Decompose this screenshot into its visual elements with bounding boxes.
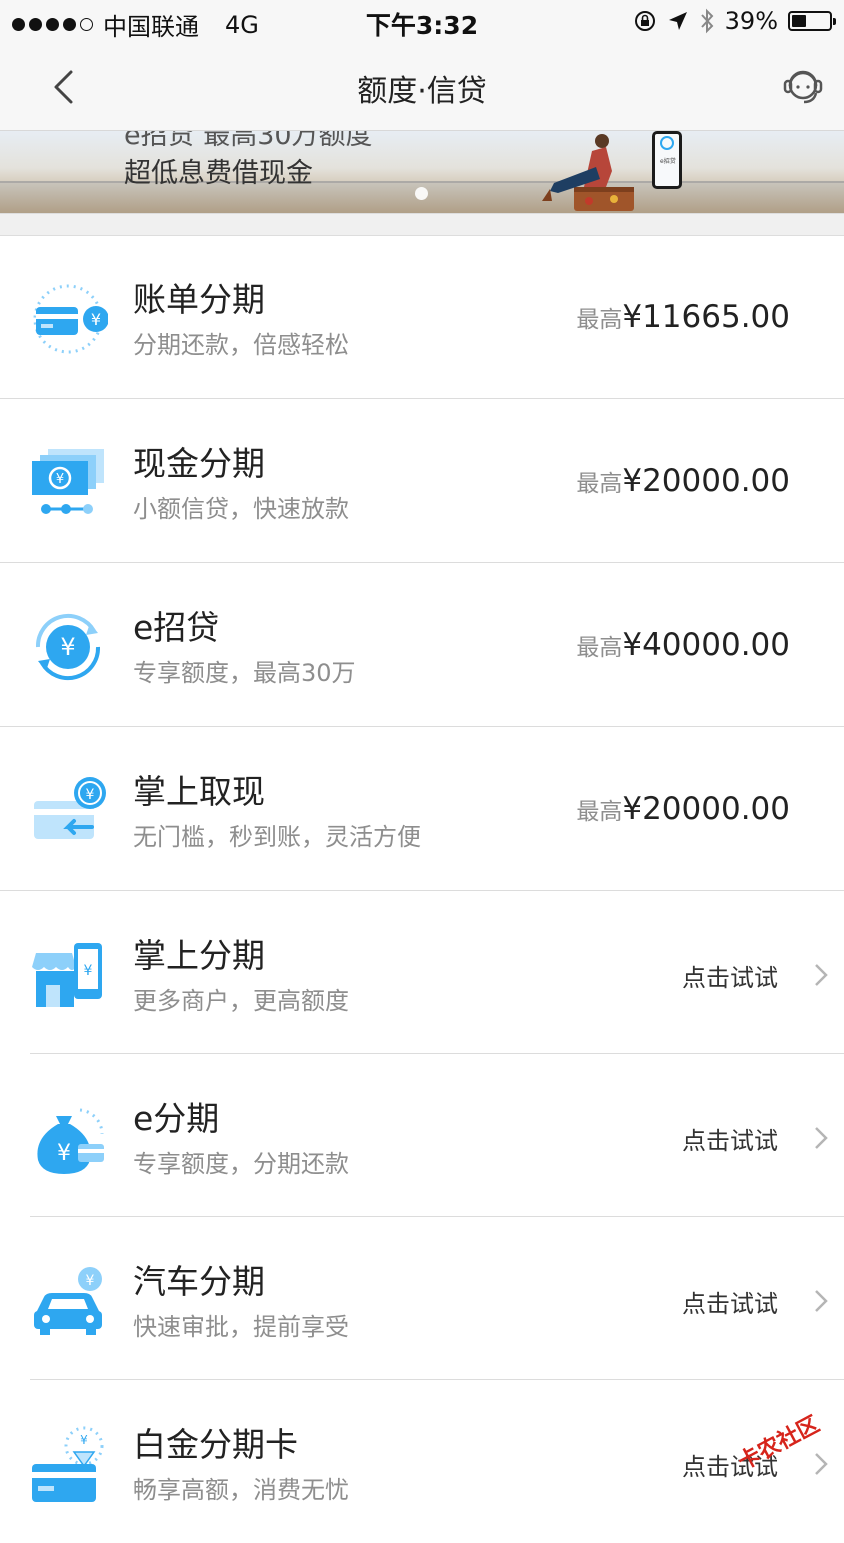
list-item-cash-installment[interactable]: ¥ 现金分期 小额信贷，快速放款 最高¥20000.00 (0, 399, 844, 563)
list-item-e-installment[interactable]: ¥ e分期 专享额度，分期还款 点击试试 (0, 1054, 844, 1217)
item-subtitle: 无门槛，秒到账，灵活方便 (133, 823, 421, 851)
amount-value: ¥40000.00 (622, 627, 790, 663)
list-item-bill-installment[interactable]: ¥ 账单分期 分期还款，倍感轻松 最高¥11665.00 (0, 235, 844, 399)
svg-text:¥: ¥ (84, 963, 93, 979)
phone-label: e招贷 (660, 157, 676, 165)
item-subtitle: 小额信贷，快速放款 (133, 495, 349, 523)
svg-text:¥: ¥ (60, 633, 75, 661)
svg-text:¥: ¥ (56, 472, 64, 487)
banner-subline: 超低息费借现金 (124, 158, 313, 189)
item-max-amount: 最高¥20000.00 (576, 463, 790, 499)
cash-installment-icon: ¥ (32, 449, 104, 514)
amount-value: ¥20000.00 (622, 463, 790, 499)
item-title: 白金分期卡 (133, 1425, 298, 1464)
item-max-amount: 最高¥20000.00 (576, 791, 790, 827)
bluetooth-icon (700, 8, 714, 34)
svg-text:¥: ¥ (57, 1141, 71, 1166)
amount-prefix: 最高 (576, 471, 623, 497)
item-title: 账单分期 (133, 280, 265, 319)
cash-withdraw-icon: ¥ (34, 777, 106, 839)
list-item-cash-withdraw[interactable]: ¥ 掌上取现 无门槛，秒到账，灵活方便 最高¥20000.00 (0, 727, 844, 891)
try-it-link[interactable]: 点击试试 (682, 1121, 778, 1156)
platinum-card-icon: ¥ (32, 1426, 104, 1502)
loan-product-list: ¥ 账单分期 分期还款，倍感轻松 最高¥11665.00 ¥ 现金分期 小额信贷… (0, 235, 844, 1543)
battery-percent: 39% (724, 7, 778, 35)
item-subtitle: 分期还款，倍感轻松 (133, 331, 349, 359)
amount-value: ¥20000.00 (622, 791, 790, 827)
list-item-e-loan[interactable]: ¥ e招贷 专享额度，最高30万 最高¥40000.00 (0, 563, 844, 727)
amount-prefix: 最高 (576, 307, 623, 333)
status-right: 39% (633, 7, 836, 35)
amount-prefix: 最高 (576, 799, 623, 825)
try-it-link[interactable]: 点击试试 (682, 958, 778, 993)
traveler-illustration-icon: e招贷 (542, 131, 682, 211)
item-max-amount: 最高¥11665.00 (576, 299, 790, 335)
car-icon: ¥ (34, 1267, 102, 1335)
item-subtitle: 更多商户，更高额度 (133, 987, 349, 1015)
location-arrow-icon (668, 12, 687, 30)
list-item-car-installment[interactable]: ¥ 汽车分期 快速审批，提前享受 点击试试 (0, 1217, 844, 1380)
svg-text:¥: ¥ (91, 310, 101, 329)
item-subtitle: 专享额度，分期还款 (133, 1150, 349, 1178)
promo-banner[interactable]: e招贷 最高30万额度 超低息费借现金 e招贷 (0, 131, 844, 213)
carousel-indicator[interactable] (415, 187, 428, 200)
nav-bar: 额度·信贷 (0, 44, 844, 131)
money-bag-icon: ¥ (37, 1108, 104, 1174)
list-item-store-installment[interactable]: ¥ 掌上分期 更多商户，更高额度 点击试试 (0, 891, 844, 1054)
e-loan-icon: ¥ (35, 613, 101, 681)
item-subtitle: 专享额度，最高30万 (133, 659, 356, 687)
bill-installment-icon: ¥ (33, 284, 108, 354)
item-subtitle: 快速审批，提前享受 (133, 1313, 349, 1341)
item-title: e分期 (133, 1099, 220, 1138)
customer-service-icon[interactable] (780, 64, 826, 110)
item-title: 掌上分期 (133, 936, 265, 975)
chevron-right-icon (815, 1290, 828, 1312)
try-it-link[interactable]: 点击试试 (682, 1284, 778, 1319)
banner-headline: e招贷 最高30万额度 (124, 131, 373, 151)
list-item-platinum-card[interactable]: ¥ 白金分期卡 畅享高额，消费无忧 点击试试 (0, 1380, 844, 1543)
svg-text:¥: ¥ (80, 1433, 88, 1447)
item-title: 汽车分期 (133, 1262, 265, 1301)
item-max-amount: 最高¥40000.00 (576, 627, 790, 663)
item-title: 掌上取现 (133, 772, 265, 811)
battery-icon (788, 11, 836, 31)
svg-text:¥: ¥ (86, 1273, 95, 1289)
amount-prefix: 最高 (576, 635, 623, 661)
status-bar: 中国联通 4G 下午3:32 39% (0, 0, 844, 44)
store-phone-icon: ¥ (32, 943, 102, 1007)
chevron-right-icon (815, 964, 828, 986)
item-title: e招贷 (133, 608, 220, 647)
item-title: 现金分期 (133, 444, 265, 483)
chevron-right-icon (815, 1127, 828, 1149)
section-gap (0, 213, 844, 236)
rotation-lock-icon (634, 11, 655, 31)
amount-value: ¥11665.00 (622, 299, 790, 335)
svg-text:¥: ¥ (86, 787, 95, 803)
page-title: 额度·信贷 (357, 74, 487, 109)
